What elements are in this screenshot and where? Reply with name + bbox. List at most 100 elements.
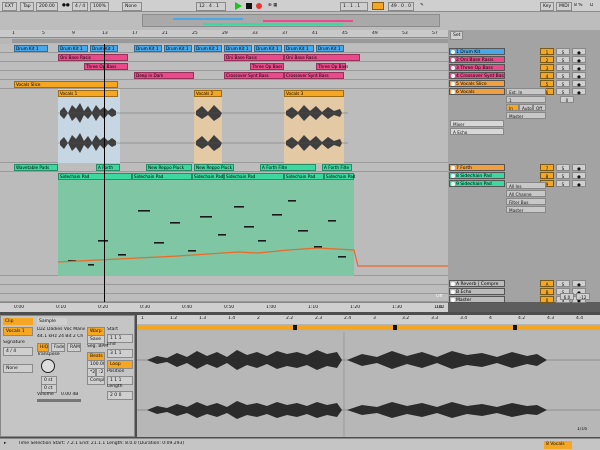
output-select[interactable]: Master — [506, 112, 546, 119]
track-fold-icon[interactable] — [451, 90, 455, 94]
track-activator-button[interactable]: 2 — [540, 56, 554, 63]
key-map-button[interactable]: Key — [540, 2, 555, 11]
clip-pad-3[interactable]: Sidechain Pad — [192, 173, 224, 180]
signature-field[interactable]: 4 / 4 — [72, 2, 89, 11]
track-header-11[interactable]: B Echo — [449, 288, 505, 295]
clip-cross-1[interactable]: Deep in Dark — [134, 72, 194, 79]
clip-tab[interactable]: Clip — [3, 318, 33, 325]
track-activator-button[interactable]: 7 — [540, 164, 554, 171]
tap-tempo-button[interactable]: Tap — [20, 2, 34, 11]
clip-vocal-2[interactable]: Vocals 2 — [194, 90, 222, 97]
arm-button[interactable]: ● — [572, 180, 586, 187]
clip-cross-3[interactable]: Crossover Synt Bass — [284, 72, 344, 79]
time-ruler[interactable]: 0:00 0:10 0:20 0:30 0:40 0:50 1:00 1:10 1:20 1:30… — [0, 302, 448, 312]
track-lane-crossover[interactable]: Deep in Dark Crossover Synt Bass Crossov… — [0, 71, 448, 80]
midi-map-button[interactable]: MIDI — [556, 2, 573, 11]
arrangement-overview[interactable] — [0, 12, 600, 30]
track-lane-sidechain-pad[interactable]: Sidechain Pad Sidechain Pad Sidechain Pa… — [0, 172, 448, 276]
arm-button[interactable]: ● — [572, 64, 586, 71]
track-header-1[interactable]: 1 Drum Kit — [449, 48, 505, 55]
status-arrow-icon[interactable]: ▸ — [4, 441, 14, 447]
zoom-field[interactable]: 100% — [90, 2, 109, 11]
track-activator-button[interactable]: 4 — [540, 72, 554, 79]
track-activator-button[interactable]: 1 — [540, 48, 554, 55]
set-button[interactable]: Set — [450, 31, 464, 40]
signature-field[interactable]: 4 / 4 — [3, 347, 33, 356]
monitor-in-button[interactable]: In — [506, 104, 519, 111]
clip-pad-2[interactable]: Sidechain Pad — [132, 173, 192, 180]
track-fold-icon[interactable] — [451, 182, 455, 186]
loop-length-field[interactable]: 49 . 0 . 0 — [388, 2, 414, 11]
track-lane-vocals-slice[interactable]: Vocals Slice — [0, 80, 448, 89]
clip-drum-8[interactable]: Drum Kit 1 — [254, 45, 282, 52]
monitor-auto-button[interactable]: Auto — [519, 104, 533, 111]
stop-button[interactable] — [246, 3, 252, 9]
clip-pad-1[interactable]: Sidechain Pad — [58, 173, 132, 180]
clip-forth-5[interactable]: A Forth Filte — [260, 164, 316, 171]
master-pan-readout[interactable]: -12 — [576, 293, 590, 300]
arrangement-view[interactable]: Drum Kit 1 Drum Kit 1 Drum Kit 1 Drum Ki… — [0, 44, 448, 302]
groove-select[interactable]: None — [3, 364, 33, 373]
tempo-field[interactable]: 200.00 — [36, 2, 58, 11]
warp-marker[interactable] — [293, 325, 297, 330]
track-fold-icon[interactable] — [451, 50, 455, 54]
clip-forth-6[interactable]: A Forth Filte — [322, 164, 352, 171]
midi-channel-select[interactable]: All Channe — [506, 190, 546, 197]
clip-drum-7[interactable]: Drum Kit 1 — [224, 45, 252, 52]
clip-vocal-1[interactable]: Vocals 1 — [58, 90, 118, 97]
warp-algorithm-select[interactable]: Complex — [87, 376, 105, 385]
clip-name-field[interactable]: Vocals 1 — [3, 327, 33, 336]
track-fold-icon[interactable] — [451, 74, 455, 78]
midi-output-master[interactable]: Master — [506, 206, 546, 213]
clip-drum-1[interactable]: Drum Kit 1 — [14, 45, 48, 52]
song-position-field[interactable]: 12 . 4 . 1 — [196, 2, 226, 11]
track-header-10[interactable]: A Reverb | Compre — [449, 280, 505, 287]
metronome-icon[interactable]: ●● — [62, 3, 70, 9]
selected-track-indicator[interactable]: 8 Vocals — [544, 441, 572, 449]
solo-button[interactable]: S — [556, 72, 570, 79]
clip-oni-1[interactable]: Oni Base Rasis — [58, 54, 128, 61]
clip-pad-5[interactable]: Sidechain Pad — [284, 173, 324, 180]
length-field[interactable]: 2 0 0 — [107, 391, 133, 400]
track-fold-icon[interactable] — [451, 282, 455, 286]
ram-button[interactable]: RAM — [67, 343, 81, 352]
transpose-knob[interactable] — [41, 359, 55, 373]
overdub-icon[interactable]: ⊕ ▦ — [268, 3, 277, 9]
monitor-off-button[interactable]: Off — [533, 104, 546, 111]
play-button[interactable] — [234, 2, 242, 10]
clip-three-2[interactable]: Three Op Bass — [250, 63, 284, 70]
volume-slider[interactable] — [37, 399, 81, 402]
sample-loop-brace[interactable] — [137, 325, 600, 330]
clip-forth-3[interactable]: New Reppo Pluck — [146, 164, 192, 171]
track-activator-button[interactable]: A — [540, 280, 554, 287]
loop-button[interactable]: Loop — [107, 360, 133, 369]
track-header-2[interactable]: 2 Oni Base Rasis — [449, 56, 505, 63]
solo-button[interactable]: S — [556, 48, 570, 55]
track-lane-reverb[interactable] — [0, 276, 448, 285]
sample-beat-ruler[interactable]: 1 1.2 1.3 1.4 2 2.2 2.3 2.4 3 3.2 3.3 3.4 4 4.2 4.3 4.4 — [137, 315, 600, 324]
solo-button[interactable]: S — [556, 88, 570, 95]
sample-loop-bar[interactable] — [137, 324, 600, 332]
clip-pad-6[interactable]: Sidechain Pad — [324, 173, 355, 180]
clip-drum-9[interactable]: Drum Kit 1 — [284, 45, 314, 52]
draw-mode-icon[interactable]: ✎ — [420, 3, 424, 9]
clip-drum-6[interactable]: Drum Kit 1 — [194, 45, 222, 52]
track-lane-vocals[interactable]: Vocals 1 Vocals 2 Vocals 3 — [0, 89, 448, 163]
clip-drum-5[interactable]: Drum Kit 1 — [164, 45, 192, 52]
track-fold-icon[interactable] — [451, 82, 455, 86]
sample-tab[interactable]: Sample — [37, 318, 67, 325]
track-lane-echo[interactable] — [0, 285, 448, 294]
track-activator-button[interactable]: B — [540, 288, 554, 295]
track-lane-master[interactable] — [0, 294, 448, 302]
overview-strip[interactable] — [142, 14, 440, 27]
clip-vocals-slice[interactable]: Vocals Slice — [14, 81, 118, 88]
clip-drum-10[interactable]: Drum Kit 1 — [316, 45, 344, 52]
clip-forth-4[interactable]: New Reppo Pluck — [194, 164, 234, 171]
arm-button[interactable]: ● — [572, 80, 586, 87]
input-type-select[interactable]: Ext. In — [506, 88, 546, 95]
mixer-section-select[interactable]: Mixer — [450, 120, 504, 127]
clip-pad-4[interactable]: Sidechain Pad — [224, 173, 284, 180]
clip-vocal-3[interactable]: Vocals 3 — [284, 90, 344, 97]
track-activator-button[interactable]: 5 — [540, 80, 554, 87]
master-volume-readout[interactable]: 6.0 — [560, 293, 574, 300]
